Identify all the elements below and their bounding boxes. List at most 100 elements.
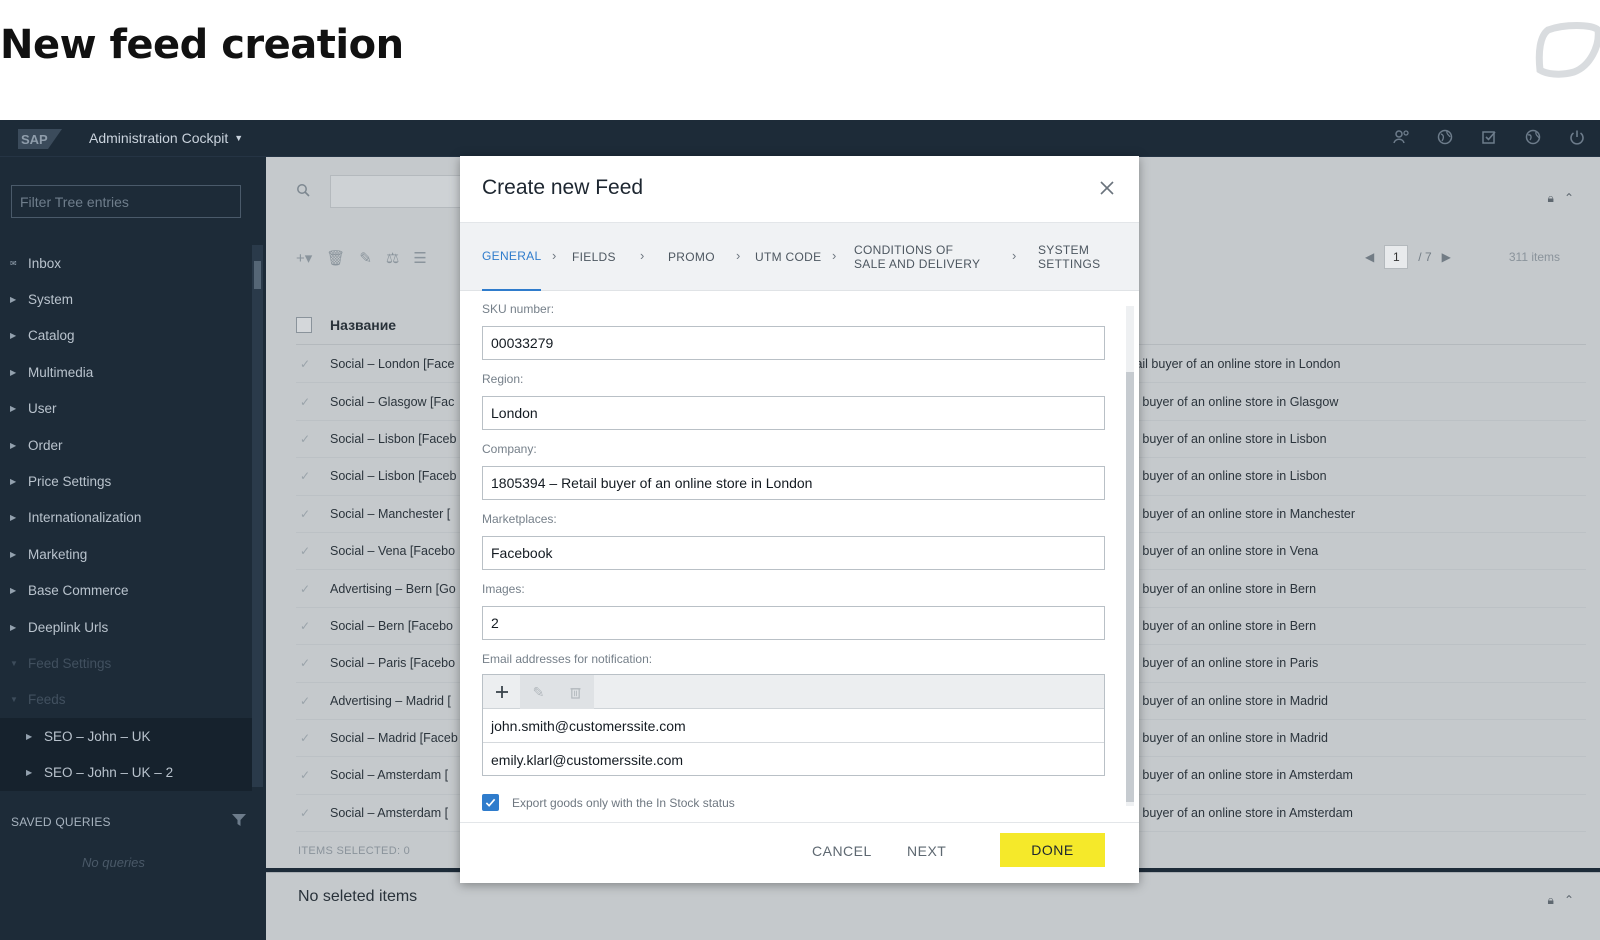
email-item[interactable]: emily.klarl@customerssite.com [483, 743, 1104, 777]
sidebar-item-label: Inbox [28, 255, 62, 271]
check-icon: ✓ [300, 656, 311, 671]
caret-right-icon: ▶ [10, 367, 17, 377]
lock-icon[interactable]: 🔒︎ [1548, 893, 1554, 908]
app-title-dropdown[interactable]: Administration Cockpit ▼ [89, 130, 243, 146]
step-utm-code[interactable]: UTM CODE [755, 223, 821, 291]
globe-icon[interactable] [1436, 128, 1454, 146]
navigation-tree: ✉ Inbox ▶ System ▶ Catalog ▶ Multimedia ▶ Use… [0, 245, 252, 791]
checklist-icon[interactable]: ☰ [413, 249, 426, 267]
navigation-sidebar: Filter Tree entries ✉ Inbox ▶ System ▶ Cata… [0, 157, 266, 940]
scrollbar-thumb[interactable] [1126, 372, 1134, 802]
sidebar-item-label: Base Commerce [28, 583, 129, 599]
chevron-right-icon: › [1012, 248, 1017, 263]
row-description: etail buyer of an online store in Glasgo… [1116, 394, 1339, 409]
caret-right-icon: ▶ [10, 295, 17, 305]
panel-controls: 🔒︎ ⌃ [1548, 893, 1574, 908]
sidebar-item-inbox[interactable]: ✉ Inbox [0, 245, 252, 281]
step-promo[interactable]: PROMO [668, 223, 715, 291]
check-icon: ✓ [300, 357, 311, 372]
dialog-title: Create new Feed [482, 176, 644, 199]
check-icon: ✓ [300, 581, 311, 596]
add-email-button[interactable] [483, 675, 520, 709]
sidebar-item-internationalization[interactable]: ▶ Internationalization [0, 500, 252, 536]
collapse-icon[interactable]: ⌃ [1564, 893, 1574, 908]
email-item[interactable]: john.smith@customerssite.com [483, 709, 1104, 743]
lock-icon[interactable]: 🔒︎ [1548, 191, 1554, 206]
sidebar-item-label: Feed Settings [28, 655, 112, 671]
caret-right-icon: ▶ [26, 731, 33, 741]
dialog-scrollbar[interactable] [1126, 296, 1134, 816]
check-icon: ✓ [300, 618, 311, 633]
compare-icon[interactable]: ⚖︎ [386, 249, 399, 267]
edit-icon[interactable]: ✎ [359, 249, 372, 267]
scrollbar-thumb[interactable] [254, 261, 261, 289]
step-system-settings[interactable]: SYSTEM SETTINGS [1038, 223, 1108, 291]
images-field[interactable]: 2 [482, 606, 1105, 640]
next-button[interactable]: NEXT [907, 843, 946, 859]
tree-scrollbar[interactable] [252, 245, 263, 787]
in-stock-checkbox[interactable] [482, 794, 499, 811]
column-header-name[interactable]: Название [330, 317, 396, 333]
row-description: etail buyer of an online store in Madrid [1116, 731, 1328, 746]
user-settings-icon[interactable] [1392, 128, 1410, 146]
company-field[interactable]: 1805394 – Retail buyer of an online stor… [482, 466, 1105, 500]
add-icon[interactable]: +▾ [296, 249, 312, 267]
close-icon[interactable] [1099, 180, 1115, 196]
page-total: / 7 [1418, 250, 1432, 264]
language-icon[interactable] [1524, 128, 1542, 146]
sidebar-item-marketing[interactable]: ▶ Marketing [0, 536, 252, 572]
sidebar-item-seo-john-uk-2[interactable]: ▶ SEO – John – UK – 2 [0, 754, 252, 791]
prev-page-icon[interactable]: ◀ [1365, 250, 1374, 264]
sidebar-item-order[interactable]: ▶ Order [0, 427, 252, 463]
step-fields[interactable]: FIELDS [572, 223, 616, 291]
email-toolbar: ✎ [483, 675, 1104, 709]
sidebar-item-multimedia[interactable]: ▶ Multimedia [0, 354, 252, 390]
check-icon: ✓ [300, 431, 311, 446]
sku-field[interactable]: 00033279 [482, 326, 1105, 360]
sidebar-item-deeplink-urls[interactable]: ▶ Deeplink Urls [0, 609, 252, 645]
sidebar-item-label: SEO – John – UK – 2 [44, 765, 174, 781]
sidebar-item-label: SEO – John – UK [44, 728, 151, 744]
search-icon[interactable] [296, 183, 310, 202]
sidebar-item-user[interactable]: ▶ User [0, 391, 252, 427]
check-icon: ✓ [300, 768, 311, 783]
create-feed-dialog: Create new Feed GENERAL › FIELDS › PROMO… [460, 156, 1139, 883]
delete-icon[interactable]: 🗑︎ [326, 249, 345, 267]
sidebar-item-feeds[interactable]: ▼ Feeds [0, 682, 252, 718]
chevron-right-icon: › [552, 248, 557, 263]
filter-tree-input[interactable]: Filter Tree entries [11, 185, 241, 218]
sidebar-item-label: Marketing [28, 546, 88, 562]
step-general[interactable]: GENERAL [482, 223, 542, 291]
caret-right-icon: ▶ [26, 768, 33, 778]
sidebar-item-seo-john-uk[interactable]: ▶ SEO – John – UK [0, 718, 252, 755]
sidebar-item-feed-settings[interactable]: ▼ Feed Settings [0, 645, 252, 681]
row-description: etail buyer of an online store in Bern [1116, 581, 1317, 596]
panel-controls: 🔒︎ ⌃ [1548, 191, 1574, 206]
collapse-icon[interactable]: ⌃ [1564, 191, 1574, 206]
sidebar-item-system[interactable]: ▶ System [0, 281, 252, 317]
check-icon: ✓ [300, 544, 311, 559]
region-field[interactable]: London [482, 396, 1105, 430]
page-number-input[interactable]: 1 [1384, 245, 1409, 269]
caret-right-icon: ▶ [10, 586, 17, 596]
row-description: etail buyer of an online store in Vena [1116, 544, 1319, 559]
step-conditions[interactable]: CONDITIONS OF SALE AND DELIVERY [854, 223, 988, 291]
marketplaces-field[interactable]: Facebook [482, 536, 1105, 570]
edit-email-button[interactable]: ✎ [520, 675, 557, 709]
images-label: Images: [482, 582, 525, 596]
sidebar-item-base-commerce[interactable]: ▶ Base Commerce [0, 573, 252, 609]
top-icon-group [1392, 128, 1586, 146]
filter-icon[interactable] [232, 813, 246, 827]
tasks-icon[interactable] [1480, 128, 1498, 146]
next-page-icon[interactable]: ▶ [1442, 250, 1451, 264]
power-icon[interactable] [1568, 128, 1586, 146]
delete-email-button[interactable] [557, 675, 594, 709]
items-selected-count: ITEMS SELECTED: 0 [298, 845, 411, 857]
select-all-checkbox[interactable] [296, 316, 312, 333]
sidebar-item-label: System [28, 292, 74, 308]
sidebar-item-price-settings[interactable]: ▶ Price Settings [0, 463, 252, 499]
cancel-button[interactable]: CANCEL [812, 843, 872, 859]
sidebar-item-catalog[interactable]: ▶ Catalog [0, 318, 252, 354]
done-button[interactable]: DONE [1000, 833, 1105, 867]
region-label: Region: [482, 372, 524, 386]
